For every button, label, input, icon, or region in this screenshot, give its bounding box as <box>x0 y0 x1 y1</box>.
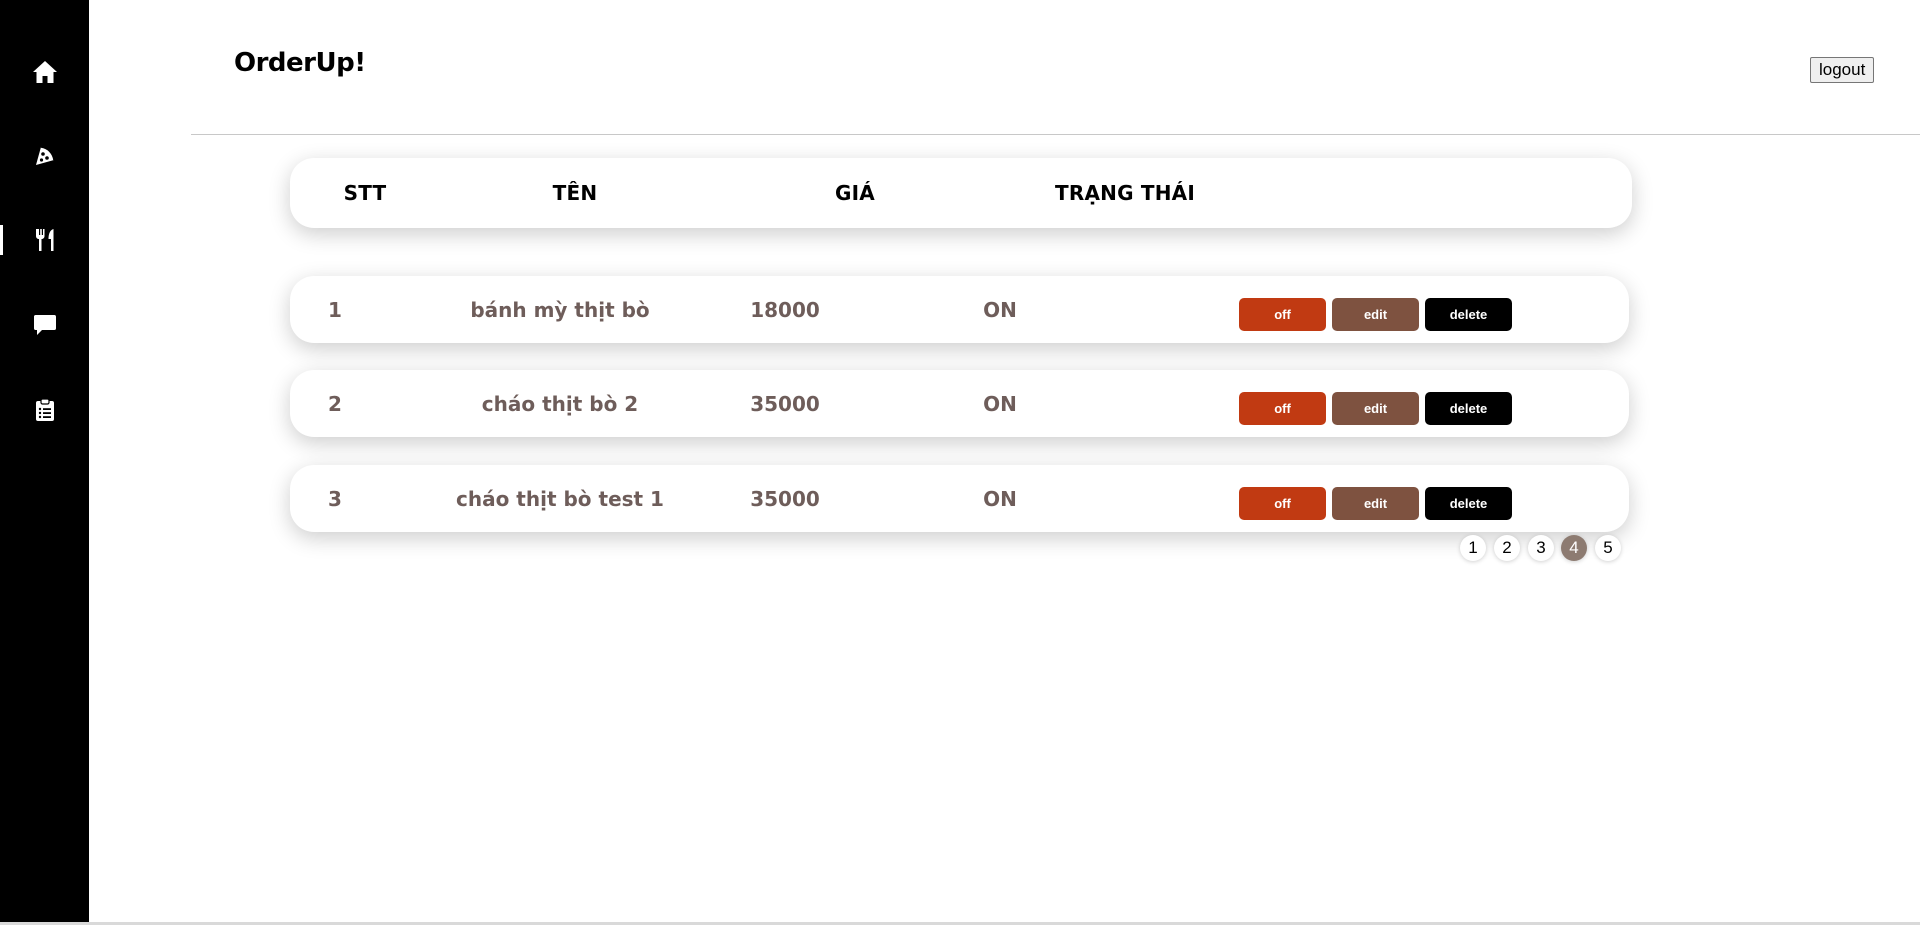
clipboard-icon <box>35 398 55 422</box>
delete-button[interactable]: delete <box>1425 487 1512 520</box>
sidebar-item-pizza[interactable] <box>0 136 89 176</box>
row-status: ON <box>983 486 1017 511</box>
row-name: cháo thịt bò test 1 <box>456 486 664 511</box>
row-status: ON <box>983 391 1017 416</box>
sidebar-item-orders[interactable] <box>0 390 89 430</box>
row-price: 35000 <box>750 486 820 511</box>
column-header-stt: STT <box>343 181 387 205</box>
column-header-status: TRẠNG THÁI <box>1055 181 1195 205</box>
row-name: cháo thịt bò 2 <box>481 391 639 416</box>
table-row: 3 cháo thịt bò test 1 35000 ON off edit … <box>290 465 1629 532</box>
edit-button[interactable]: edit <box>1332 392 1419 425</box>
row-price: 35000 <box>750 391 820 416</box>
row-status: ON <box>983 297 1017 322</box>
page-4-button[interactable]: 4 <box>1561 535 1587 561</box>
off-button[interactable]: off <box>1239 487 1326 520</box>
row-name: bánh mỳ thịt bò <box>470 297 650 322</box>
logout-button[interactable]: logout <box>1810 57 1875 83</box>
row-stt: 1 <box>328 297 342 322</box>
off-button[interactable]: off <box>1239 298 1326 331</box>
off-button[interactable]: off <box>1239 392 1326 425</box>
column-header-price: GIÁ <box>835 181 875 205</box>
row-stt: 2 <box>328 391 342 416</box>
page-5-button[interactable]: 5 <box>1595 535 1621 561</box>
chat-icon <box>33 314 57 336</box>
row-price: 18000 <box>750 297 820 322</box>
utensils-icon <box>34 228 56 252</box>
table-header: STT TÊN GIÁ TRẠNG THÁI <box>290 158 1632 228</box>
sidebar-item-messages[interactable] <box>0 305 89 345</box>
sidebar-item-home[interactable] <box>0 52 89 92</box>
top-header: OrderUp! logout <box>89 0 1920 135</box>
column-header-name: TÊN <box>552 181 598 205</box>
page-2-button[interactable]: 2 <box>1494 535 1520 561</box>
edit-button[interactable]: edit <box>1332 487 1419 520</box>
page-1-button[interactable]: 1 <box>1460 535 1486 561</box>
edit-button[interactable]: edit <box>1332 298 1419 331</box>
app-logo: OrderUp! <box>234 48 366 78</box>
table-row: 1 bánh mỳ thịt bò 18000 ON off edit dele… <box>290 276 1629 343</box>
home-icon <box>32 60 58 84</box>
pizza-icon <box>33 144 57 168</box>
sidebar <box>0 0 89 922</box>
sidebar-item-menu[interactable] <box>0 220 89 260</box>
delete-button[interactable]: delete <box>1425 392 1512 425</box>
page-3-button[interactable]: 3 <box>1528 535 1554 561</box>
row-stt: 3 <box>328 486 342 511</box>
header-divider <box>191 134 1920 135</box>
table-row: 2 cháo thịt bò 2 35000 ON off edit delet… <box>290 370 1629 437</box>
delete-button[interactable]: delete <box>1425 298 1512 331</box>
